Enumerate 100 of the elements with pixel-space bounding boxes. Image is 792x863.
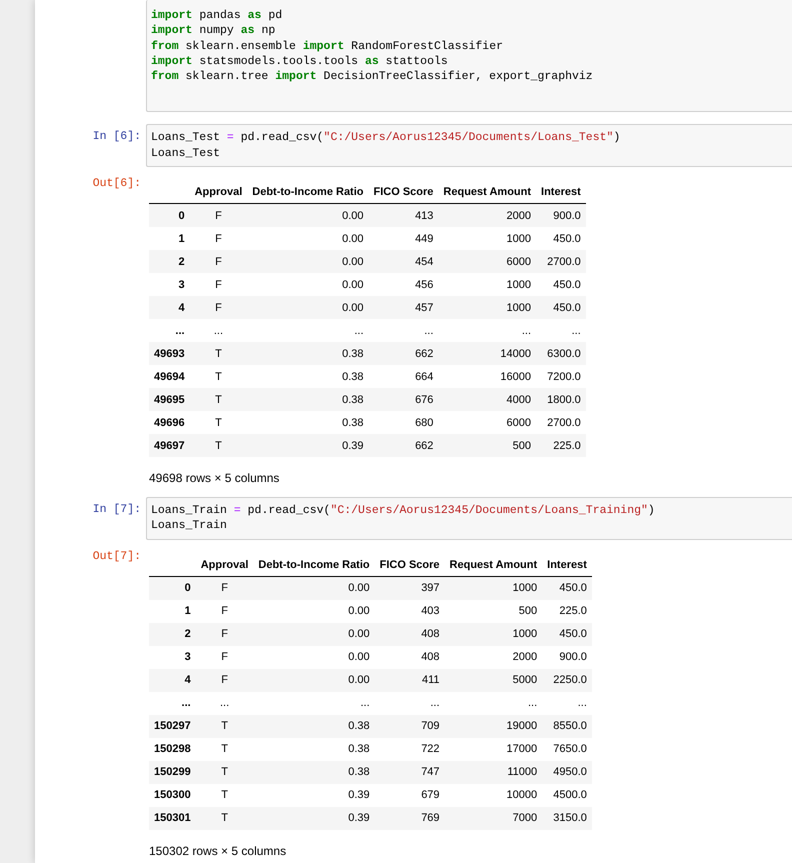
table-cell: 664: [368, 365, 438, 388]
table-cell: 0.38: [253, 738, 375, 761]
table-cell: 403: [374, 600, 445, 623]
column-header: Interest: [542, 554, 592, 576]
row-index: 49693: [149, 342, 190, 366]
table-cell: F: [196, 646, 254, 669]
table-cell: 413: [368, 204, 438, 228]
table-cell: 4950.0: [542, 760, 592, 784]
table-cell: ...: [253, 692, 375, 715]
table-cell: T: [196, 714, 254, 738]
table-cell: 2250.0: [542, 668, 592, 692]
table-cell: 4500.0: [542, 784, 592, 807]
table-cell: 900.0: [542, 646, 592, 669]
table-cell: 450.0: [536, 273, 586, 296]
table-cell: 0.38: [253, 760, 375, 784]
table-cell: 14000: [438, 342, 536, 366]
code-cell[interactable]: Loans_Train = pd.read_csv("C:/Users/Aorus12345/Documents/Loans_Training") Loans_Train: [146, 497, 792, 540]
table-cell: T: [196, 784, 254, 807]
table-cell: 1000: [438, 227, 536, 250]
row-index: 2: [149, 250, 190, 274]
table-cell: 1800.0: [536, 388, 586, 412]
table-cell: 0.00: [247, 204, 369, 228]
table-cell: T: [190, 434, 248, 458]
table-cell: ...: [444, 692, 542, 715]
cell-prompt: Out[6]:: [92, 177, 141, 190]
table-cell: 662: [368, 434, 438, 458]
code-cell[interactable]: import pandas as pd import numpy as np from sklearn.ensemble import RandomForestClassifier import statsmodels.tools.tools as stattools from sklearn.tree import DecisionTreeClassifier, export_graphviz: [146, 0, 792, 112]
column-header: Debt-to-Income Ratio: [253, 554, 375, 576]
table-cell: T: [190, 388, 248, 412]
row-index: 2: [149, 622, 196, 646]
row-index: ...: [149, 319, 190, 342]
table-cell: 450.0: [536, 227, 586, 250]
table-cell: 0.00: [253, 622, 375, 646]
table-cell: 450.0: [536, 296, 586, 320]
table-cell: 0.00: [253, 576, 375, 600]
table-cell: 449: [368, 227, 438, 250]
table-cell: T: [196, 738, 254, 761]
table-cell: 0.39: [247, 434, 369, 458]
table-cell: 500: [438, 434, 536, 458]
table-summary: 150302 rows × 5 columns: [149, 844, 288, 858]
row-index: 150298: [149, 738, 196, 761]
table-cell: 450.0: [542, 622, 592, 646]
row-index: 3: [149, 273, 190, 296]
table-cell: 0.38: [247, 365, 369, 388]
table-cell: 769: [374, 806, 445, 830]
row-index: 3: [149, 646, 196, 669]
table-cell: 2700.0: [536, 411, 586, 434]
table-cell: 0.38: [247, 388, 369, 412]
table-cell: 6000: [438, 411, 536, 434]
table-cell: T: [190, 342, 248, 366]
row-index: 4: [149, 296, 190, 320]
row-index: 49695: [149, 388, 190, 412]
table-cell: ...: [374, 692, 445, 715]
table-cell: 225.0: [536, 434, 586, 458]
table-cell: 4000: [438, 388, 536, 412]
table-cell: 408: [374, 622, 445, 646]
table-cell: F: [190, 250, 248, 274]
table-cell: 19000: [444, 714, 542, 738]
table-cell: 450.0: [542, 576, 592, 600]
row-index: 1: [149, 227, 190, 250]
cell-prompt: In [7]:: [92, 503, 141, 516]
table-cell: 0.00: [247, 227, 369, 250]
table-summary: 49698 rows × 5 columns: [149, 471, 280, 486]
table-cell: 408: [374, 646, 445, 669]
table-cell: 722: [374, 738, 445, 761]
table-cell: 3150.0: [542, 806, 592, 830]
table-cell: ...: [247, 319, 369, 342]
table-cell: 10000: [444, 784, 542, 807]
table-cell: F: [190, 227, 248, 250]
table-cell: 0.00: [253, 668, 375, 692]
table-cell: ...: [438, 319, 536, 342]
table-cell: 6000: [438, 250, 536, 274]
table-cell: T: [196, 760, 254, 784]
table-cell: 2000: [444, 646, 542, 669]
table-cell: 0.39: [253, 806, 375, 830]
table-cell: ...: [536, 319, 586, 342]
table-cell: 7200.0: [536, 365, 586, 388]
table-cell: F: [196, 600, 254, 623]
cell-prompt: Out[7]:: [92, 550, 141, 563]
code-cell[interactable]: Loans_Test = pd.read_csv("C:/Users/Aorus12345/Documents/Loans_Test") Loans_Test: [146, 124, 792, 168]
table-cell: T: [190, 411, 248, 434]
table-cell: T: [196, 806, 254, 830]
table-cell: 7650.0: [542, 738, 592, 761]
table-cell: 411: [374, 668, 445, 692]
table-cell: 457: [368, 296, 438, 320]
table-cell: 0.38: [253, 714, 375, 738]
table-cell: 8550.0: [542, 714, 592, 738]
table-cell: 456: [368, 273, 438, 296]
row-index: 150300: [149, 784, 196, 807]
table-cell: 454: [368, 250, 438, 274]
table-cell: 0.00: [247, 250, 369, 274]
table-cell: 1000: [438, 273, 536, 296]
row-index: 49696: [149, 411, 190, 434]
table-cell: F: [190, 273, 248, 296]
table-cell: 680: [368, 411, 438, 434]
table-cell: 0.39: [253, 784, 375, 807]
table-cell: ...: [542, 692, 592, 715]
table-cell: 0.38: [247, 411, 369, 434]
table-cell: F: [190, 204, 248, 228]
row-index: 0: [149, 576, 196, 600]
